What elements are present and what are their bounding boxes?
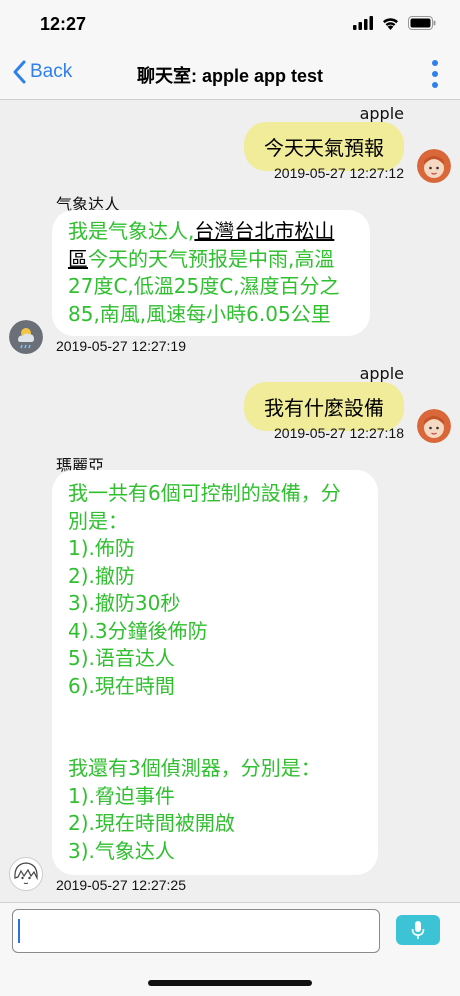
wifi-icon: [383, 18, 398, 30]
status-bar: 12:27: [0, 0, 460, 48]
message-line: [68, 728, 362, 756]
message-bubble-incoming[interactable]: 我是气象达人,台灣台北市松山區今天的天气预报是中雨,高溫27度C,低溫25度C,…: [52, 210, 370, 336]
message-line: [68, 700, 362, 728]
message-line: 我還有3個偵測器，分別是：: [68, 756, 321, 780]
page-title: 聊天室: apple app test: [136, 66, 324, 86]
status-time: 12:27: [40, 14, 87, 34]
nav-bar: Back 聊天室: apple app test: [0, 48, 460, 100]
avatar: [417, 149, 451, 183]
message-line: 5).语音达人: [68, 646, 175, 670]
battery-icon: [408, 16, 436, 30]
message-line: 6).現在時間: [68, 673, 175, 698]
avatar: [9, 857, 43, 891]
more-dot: [432, 82, 438, 88]
message-input[interactable]: [12, 909, 380, 953]
message-bubble-incoming[interactable]: 我一共有6個可控制的設備，分 別是： 1).佈防 2).撤防 3).撤防30秒 …: [52, 470, 378, 875]
microphone-icon: [411, 921, 425, 939]
message-line: 2).撤防: [68, 563, 135, 588]
message-time: 2019-05-27 12:27:12: [274, 165, 404, 181]
signal-icon: [353, 16, 373, 30]
girl-avatar-icon: [417, 409, 451, 443]
chat-area[interactable]: apple 今天天氣預報 2019-05-27 12:27:12 气象达人 我是…: [0, 100, 460, 904]
message-text: 今天的天气预报是中雨,高溫27度C,低溫25度C,濕度百分之85,南風,風速每小…: [68, 246, 340, 326]
message-line: 3).撤防30秒: [68, 591, 181, 615]
message-line: 1).脅迫事件: [68, 783, 175, 808]
more-dot: [432, 71, 438, 77]
avatar: [417, 409, 451, 443]
home-indicator: [148, 980, 312, 986]
message-line: 我一共有6個可控制的設備，分: [68, 481, 341, 505]
message-line: 別是：: [68, 508, 128, 533]
message-line: 4).3分鐘後佈防: [68, 618, 208, 643]
message-line: 2).現在時間被開啟: [68, 811, 235, 835]
message-bubble-outgoing[interactable]: 我有什麼設備: [244, 382, 404, 431]
girl-avatar-icon: [417, 149, 451, 183]
weather-avatar-icon: [9, 320, 43, 354]
message-sender: apple: [359, 104, 404, 123]
message-sender: apple: [359, 364, 404, 383]
avatar: [9, 320, 43, 354]
message-time: 2019-05-27 12:27:25: [56, 877, 186, 893]
message-time: 2019-05-27 12:27:18: [274, 425, 404, 441]
more-dot: [432, 60, 438, 66]
voice-input-button[interactable]: [396, 915, 440, 945]
text-cursor: [18, 919, 20, 943]
message-bubble-outgoing[interactable]: 今天天氣預報: [244, 122, 404, 171]
status-icons: [353, 16, 436, 30]
message-line: 1).佈防: [68, 536, 135, 560]
message-text: 我是气象达人,: [68, 219, 195, 243]
more-options-button[interactable]: [428, 58, 442, 90]
message-time: 2019-05-27 12:27:19: [56, 338, 186, 354]
anime-avatar-icon: [10, 858, 42, 890]
message-line: 3).气象达人: [68, 838, 175, 863]
